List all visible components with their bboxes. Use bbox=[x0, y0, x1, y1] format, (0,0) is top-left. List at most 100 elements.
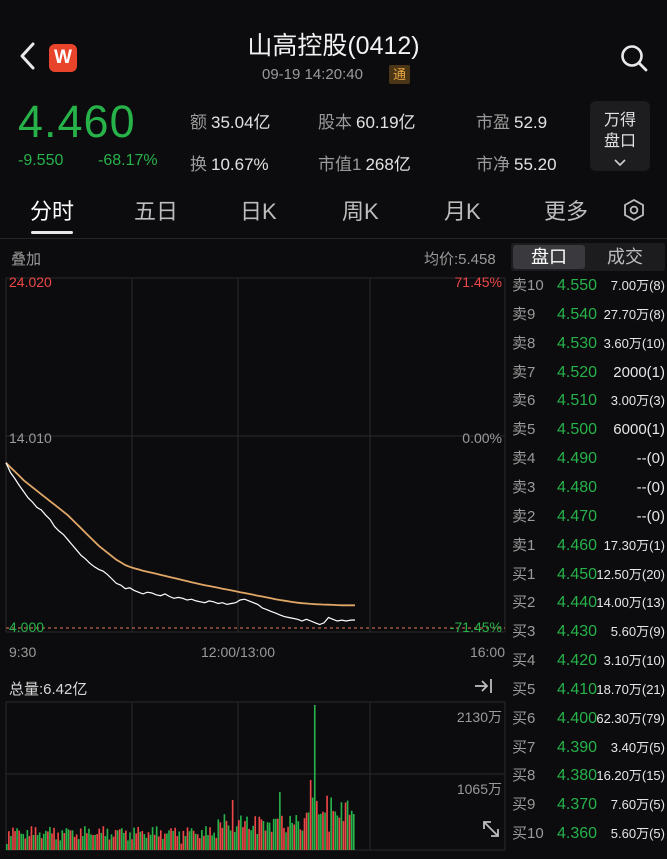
intraday-chart[interactable]: 24.020 14.010 4.000 71.45% 0.00% -71.45%… bbox=[0, 270, 510, 859]
orderbook-row[interactable]: 买8 4.380 16.20万(15) bbox=[511, 762, 667, 791]
volume-bar bbox=[320, 813, 322, 850]
quote-datetime: 09-19 14:20:40 bbox=[262, 66, 363, 83]
volume-bar bbox=[283, 827, 285, 850]
volume-bar bbox=[28, 836, 31, 850]
total-volume-label: 总量:6.42亿 bbox=[9, 681, 88, 698]
orderbook-price: 4.460 bbox=[557, 536, 598, 554]
pct-axis-top-label: 71.45% bbox=[455, 274, 502, 290]
volume-bar bbox=[233, 831, 236, 850]
orderbook-row[interactable]: 买9 4.370 7.60万(5) bbox=[511, 791, 667, 820]
volume-bar bbox=[340, 802, 343, 850]
price-change: -9.550 bbox=[18, 152, 64, 169]
volume-bar bbox=[336, 815, 339, 850]
orderbook-row[interactable]: 卖9 4.540 27.70万(8) bbox=[511, 301, 667, 330]
orderbook-row[interactable]: 卖10 4.550 7.00万(8) bbox=[511, 272, 667, 301]
orderbook-level-label: 买10 bbox=[512, 825, 544, 843]
orderbook-row[interactable]: 卖3 4.480 --(0) bbox=[511, 474, 667, 503]
volume-bar bbox=[350, 810, 353, 850]
orderbook-level-label: 卖7 bbox=[512, 363, 536, 381]
orderbook-row[interactable]: 卖7 4.520 2000(1) bbox=[511, 359, 667, 388]
orderbook-volume: 12.50万(20) bbox=[596, 566, 665, 582]
stat-turnover-amount: 额 35.04亿 bbox=[190, 113, 271, 132]
volume-bar bbox=[326, 795, 328, 850]
volume-bar bbox=[42, 833, 45, 850]
orderbook-row[interactable]: 卖4 4.490 --(0) bbox=[511, 445, 667, 474]
volume-bar bbox=[213, 832, 215, 850]
orderbook-row[interactable]: 卖1 4.460 17.30万(1) bbox=[511, 532, 667, 561]
tab-monthly-k[interactable]: 月K bbox=[444, 194, 481, 226]
volume-bar bbox=[293, 824, 296, 850]
price-change-pct: -68.17% bbox=[98, 152, 158, 169]
volume-bar bbox=[338, 817, 341, 850]
orderbook-volume: 3.40万(5) bbox=[610, 739, 665, 755]
volume-bar bbox=[332, 810, 335, 850]
tab-daily-k[interactable]: 日K bbox=[240, 194, 277, 226]
tab-weekly-k[interactable]: 周K bbox=[342, 194, 379, 226]
volume-bar bbox=[301, 830, 304, 850]
stat-turnover-rate: 换 10.67% bbox=[190, 155, 269, 174]
orderbook-row[interactable]: 卖6 4.510 3.00万(3) bbox=[511, 387, 667, 416]
volume-bar bbox=[59, 840, 62, 850]
volume-bar bbox=[203, 835, 205, 850]
orderbook-row[interactable]: 买6 4.400 62.30万(79) bbox=[511, 705, 667, 734]
volume-bar bbox=[295, 815, 298, 850]
volume-bar bbox=[237, 820, 240, 850]
volume-bar bbox=[352, 814, 355, 850]
volume-bar bbox=[342, 821, 345, 850]
search-button[interactable] bbox=[619, 43, 649, 73]
chart-settings-button[interactable] bbox=[622, 198, 646, 222]
volume-bar bbox=[96, 834, 98, 850]
orderbook-row[interactable]: 卖8 4.530 3.60万(10) bbox=[511, 330, 667, 359]
orderbook-volume: 3.00万(3) bbox=[610, 393, 665, 409]
orderbook-row[interactable]: 卖5 4.500 6000(1) bbox=[511, 416, 667, 445]
orderbook-row[interactable]: 买3 4.430 5.60万(9) bbox=[511, 618, 667, 647]
volume-bar bbox=[125, 830, 127, 850]
orderbook-price: 4.500 bbox=[557, 421, 598, 439]
volume-bar bbox=[244, 821, 246, 850]
orderbook-volume: 7.00万(8) bbox=[610, 278, 665, 293]
orderbook-row[interactable]: 买5 4.410 18.70万(21) bbox=[511, 676, 667, 705]
volume-bar bbox=[225, 820, 228, 850]
tab-trades[interactable]: 成交 bbox=[587, 245, 663, 269]
volume-bar bbox=[281, 815, 283, 850]
orderbook-price: 4.520 bbox=[557, 363, 598, 381]
orderbook-level-label: 卖10 bbox=[512, 277, 544, 294]
volume-bar bbox=[51, 833, 53, 850]
orderbook-row[interactable]: 买2 4.440 14.00万(13) bbox=[511, 589, 667, 618]
orderbook-volume: --(0) bbox=[636, 450, 665, 468]
volume-bar bbox=[155, 826, 158, 850]
orderbook-row[interactable]: 买1 4.450 12.50万(20) bbox=[511, 561, 667, 590]
orderbook-row[interactable]: 买7 4.390 3.40万(5) bbox=[511, 734, 667, 763]
volume-bar bbox=[112, 836, 115, 850]
volume-bar bbox=[291, 822, 293, 850]
volume-bar bbox=[264, 830, 267, 850]
volume-bar bbox=[170, 828, 172, 850]
volume-bar bbox=[57, 832, 59, 850]
volume-bar bbox=[164, 833, 166, 850]
overlay-button[interactable]: 叠加 bbox=[11, 248, 41, 269]
orderbook-volume: 18.70万(21) bbox=[596, 681, 665, 697]
orderbook-row[interactable]: 买4 4.420 3.10万(10) bbox=[511, 647, 667, 676]
tab-more[interactable]: 更多 bbox=[544, 194, 588, 226]
volume-bar bbox=[77, 839, 80, 850]
tab-orderbook[interactable]: 盘口 bbox=[513, 245, 585, 269]
volume-bar bbox=[328, 831, 330, 850]
orderbook-row[interactable]: 买10 4.360 5.60万(5) bbox=[511, 820, 667, 849]
expand-panel-button[interactable] bbox=[470, 675, 498, 697]
volume-bar bbox=[88, 828, 90, 850]
volume-bar bbox=[90, 834, 92, 850]
orderbook-row[interactable]: 卖2 4.470 --(0) bbox=[511, 503, 667, 532]
wande-orderbook-button[interactable]: 万得 盘口 bbox=[590, 101, 650, 171]
orderbook-level-label: 卖9 bbox=[512, 305, 536, 323]
fullscreen-button[interactable] bbox=[480, 818, 502, 840]
volume-bar bbox=[151, 827, 154, 850]
volume-bar bbox=[81, 836, 84, 850]
orderbook-volume: 2000(1) bbox=[613, 363, 665, 381]
y-axis-top-label: 24.020 bbox=[9, 274, 52, 290]
pct-axis-mid-label: 0.00% bbox=[462, 430, 502, 446]
tab-five-day[interactable]: 五日 bbox=[134, 194, 178, 226]
tab-intraday[interactable]: 分时 bbox=[30, 194, 74, 226]
volume-bar bbox=[242, 827, 244, 850]
volume-bar bbox=[250, 830, 252, 850]
volume-bar bbox=[258, 816, 261, 850]
